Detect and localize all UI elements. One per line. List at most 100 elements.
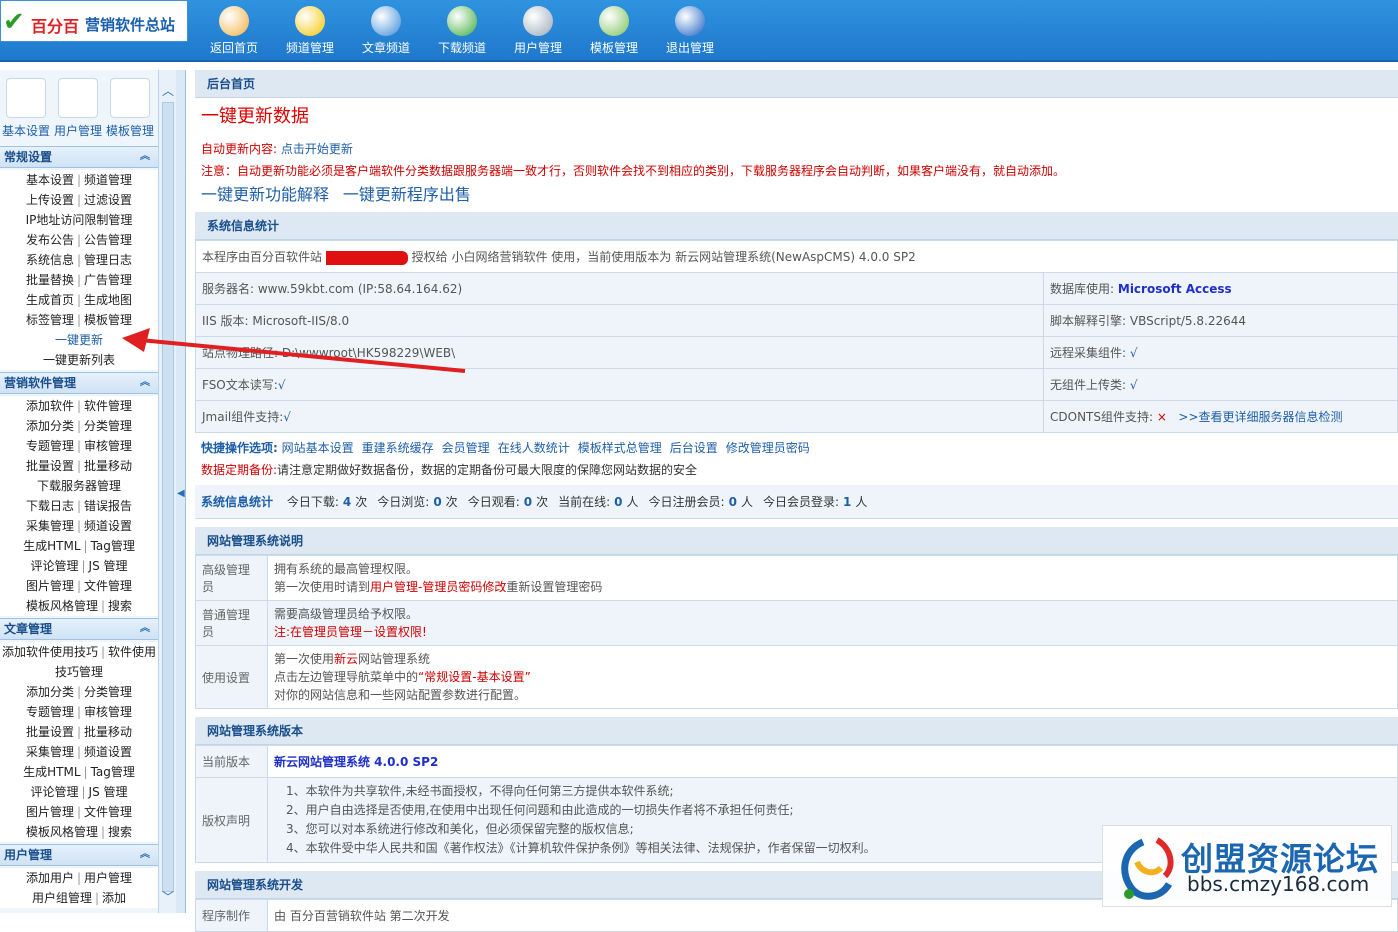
topnav-item-1[interactable]: 频道管理 [272, 0, 348, 62]
menu-link[interactable]: 专题管理 [26, 705, 74, 719]
swirl-logo-icon [1121, 837, 1174, 900]
quick-link[interactable]: 网站基本设置 [282, 441, 354, 455]
menu-link[interactable]: 批量移动 [84, 725, 132, 739]
menu-link[interactable]: 批量设置 [26, 725, 74, 739]
menu-link[interactable]: 标签管理 [26, 313, 74, 327]
menu-link[interactable]: 频道管理 [84, 173, 132, 187]
menu-link[interactable]: 添加分类 [26, 685, 74, 699]
menu-link[interactable]: 采集管理 [26, 745, 74, 759]
topnav-item-5[interactable]: 模板管理 [576, 0, 652, 62]
menu-link[interactable]: 图片管理 [26, 805, 74, 819]
menu-link[interactable]: Tag管理 [91, 539, 135, 553]
menu-link[interactable]: 频道设置 [84, 745, 132, 759]
menu-link[interactable]: 一键更新 [55, 333, 103, 347]
collapse-icon[interactable]: ︽ [140, 147, 150, 167]
menu-link[interactable]: 文件管理 [84, 579, 132, 593]
menu-link[interactable]: 用户组管理 [32, 891, 92, 905]
quick-link[interactable]: 重建系统缓存 [362, 441, 434, 455]
scroll-up-icon[interactable]: ︿ [162, 82, 174, 99]
collapse-icon[interactable]: ︽ [140, 845, 150, 865]
menu-link[interactable]: 添加软件使用技巧 [2, 645, 98, 659]
menu-link[interactable]: 一键更新列表 [43, 353, 115, 367]
menu-link[interactable]: 添加软件 [26, 399, 74, 413]
menu-row: 上传设置 | 过滤设置 [25, 193, 133, 207]
menu-link[interactable]: 评论管理 [30, 785, 78, 799]
menu-link[interactable]: 生成HTML [23, 539, 80, 553]
menu-link[interactable]: 过滤设置 [84, 193, 132, 207]
menu-link[interactable]: 搜索 [108, 599, 132, 613]
menu-link[interactable]: 评论管理 [30, 559, 78, 573]
menu-link[interactable]: 专题管理 [26, 439, 74, 453]
left-quick-2[interactable]: 模板管理 [104, 78, 156, 139]
menu-link[interactable]: 频道设置 [84, 519, 132, 533]
menu-group-header[interactable]: 常规设置 ︽ [0, 146, 158, 168]
menu-group-header[interactable]: 文章管理 ︽ [0, 618, 158, 640]
menu-link[interactable]: 公告管理 [84, 233, 132, 247]
menu-link[interactable]: 添加用户 [26, 871, 74, 885]
menu-group-header[interactable]: 用户管理 ︽ [0, 844, 158, 866]
menu-link[interactable]: 生成首页 [26, 293, 74, 307]
scroll-thumb[interactable] [162, 102, 174, 892]
start-update-link[interactable]: 点击开始更新 [281, 142, 353, 156]
menu-link[interactable]: 批量移动 [84, 459, 132, 473]
menu-link[interactable]: 模板风格管理 [26, 599, 98, 613]
menu-link[interactable]: 批量设置 [26, 459, 74, 473]
quick-link[interactable]: 模板样式总管理 [578, 441, 662, 455]
menu-link[interactable]: 采集管理 [26, 519, 74, 533]
menu-link[interactable]: 审核管理 [84, 439, 132, 453]
menu-link[interactable]: 广告管理 [84, 273, 132, 287]
site-logo[interactable]: ✔ 百分百 营销软件总站 [0, 0, 188, 42]
menu-link[interactable]: 分类管理 [84, 685, 132, 699]
menu-link[interactable]: 基本设置 [26, 173, 74, 187]
menu-link[interactable]: 软件管理 [84, 399, 132, 413]
collapse-icon[interactable]: ︽ [140, 619, 150, 639]
menu-row: 模板风格管理 | 搜索 [25, 825, 133, 839]
menu-link[interactable]: JS 管理 [89, 785, 128, 799]
menu-link[interactable]: IP地址访问限制管理 [26, 213, 133, 227]
menu-link[interactable]: 添加分类 [26, 419, 74, 433]
menu-link[interactable]: 管理日志 [84, 253, 132, 267]
server-detail-link[interactable]: >>查看更详细服务器信息检测 [1178, 410, 1342, 424]
menu-row: 添加用户 | 用户管理 [25, 871, 133, 885]
update-explain-link[interactable]: 一键更新功能解释 [201, 185, 329, 204]
menu-link[interactable]: 生成HTML [23, 765, 80, 779]
topnav-item-4[interactable]: 用户管理 [500, 0, 576, 62]
menu-link[interactable]: 批量替换 [26, 273, 74, 287]
update-sale-link[interactable]: 一键更新程序出售 [343, 185, 471, 204]
menu-link[interactable]: JS 管理 [89, 559, 128, 573]
topnav-item-0[interactable]: 返回首页 [196, 0, 272, 62]
scroll-down-icon[interactable]: ﹀ [162, 888, 174, 905]
menu-link[interactable]: 搜索 [108, 825, 132, 839]
menu-link[interactable]: 模板管理 [84, 313, 132, 327]
menu-link[interactable]: 用户管理 [84, 871, 132, 885]
sidebar-splitter[interactable]: ◀ [176, 70, 186, 913]
menu-link[interactable]: 审核管理 [84, 705, 132, 719]
left-quick-0[interactable]: 基本设置 [0, 78, 52, 139]
left-quick-1[interactable]: 用户管理 [52, 78, 104, 139]
menu-row: 评论管理 | JS 管理 [30, 785, 128, 799]
sidebar-scrollbar[interactable]: ︿ ﹀ [158, 70, 176, 913]
quick-link[interactable]: 会员管理 [442, 441, 490, 455]
quick-link[interactable]: 在线人数统计 [498, 441, 570, 455]
users-icon [523, 6, 553, 36]
menu-link[interactable]: 图片管理 [26, 579, 74, 593]
menu-link[interactable]: 添加 [102, 891, 126, 905]
topnav-item-6[interactable]: 退出管理 [652, 0, 728, 62]
topnav-item-3[interactable]: 下载频道 [424, 0, 500, 62]
topnav-item-2[interactable]: 文章频道 [348, 0, 424, 62]
menu-link[interactable]: 下载服务器管理 [37, 479, 121, 493]
menu-link[interactable]: 模板风格管理 [26, 825, 98, 839]
collapse-left-icon[interactable]: ◀ [177, 488, 185, 499]
collapse-icon[interactable]: ︽ [140, 373, 150, 393]
menu-link[interactable]: 上传设置 [26, 193, 74, 207]
menu-link[interactable]: Tag管理 [91, 765, 135, 779]
menu-link[interactable]: 系统信息 [26, 253, 74, 267]
menu-link[interactable]: 分类管理 [84, 419, 132, 433]
menu-link[interactable]: 错误报告 [84, 499, 132, 513]
menu-link[interactable]: 文件管理 [84, 805, 132, 819]
menu-link[interactable]: 生成地图 [84, 293, 132, 307]
quick-link[interactable]: 后台设置 [670, 441, 718, 455]
menu-link[interactable]: 下载日志 [26, 499, 74, 513]
quick-link[interactable]: 修改管理员密码 [726, 441, 810, 455]
menu-link[interactable]: 发布公告 [26, 233, 74, 247]
